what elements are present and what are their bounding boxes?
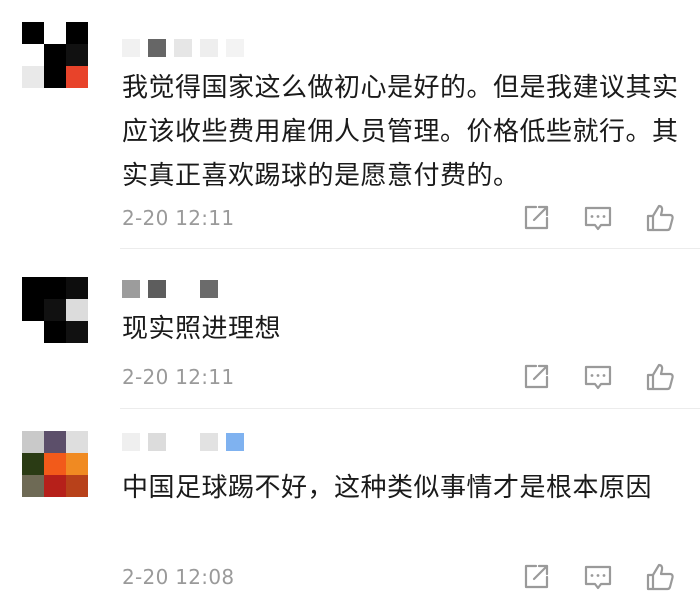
avatar-cell — [44, 22, 66, 44]
comment-timestamp: 2-20 12:11 — [122, 365, 235, 389]
avatar[interactable] — [22, 431, 88, 497]
comment-meta: 2-20 12:08 — [122, 561, 682, 595]
avatar-cell — [66, 321, 88, 343]
username[interactable] — [122, 37, 244, 59]
share-icon[interactable] — [520, 561, 552, 593]
avatar-cell — [44, 321, 66, 343]
avatar-cell — [44, 277, 66, 299]
username[interactable] — [122, 431, 244, 453]
comment-text: 现实照进理想 — [122, 314, 282, 344]
comment-text: 中国足球踢不好，这种类似事情才是根本原因 — [122, 473, 653, 503]
username-block — [226, 39, 244, 57]
thumbs-up-icon[interactable] — [644, 361, 676, 393]
avatar-cell — [66, 277, 88, 299]
avatar-cell — [22, 475, 44, 497]
username-block — [148, 280, 166, 298]
username-block — [200, 39, 218, 57]
comment-meta: 2-20 12:11 — [122, 361, 682, 395]
avatar-cell — [66, 299, 88, 321]
share-icon[interactable] — [520, 361, 552, 393]
avatar-cell — [66, 22, 88, 44]
username-block — [122, 280, 140, 298]
username-block — [174, 280, 192, 298]
avatar[interactable] — [22, 277, 88, 343]
avatar-cell — [22, 22, 44, 44]
comment-timestamp: 2-20 12:08 — [122, 565, 235, 589]
share-icon[interactable] — [520, 202, 552, 234]
username-block — [174, 433, 192, 451]
avatar-cell — [44, 44, 66, 66]
avatar[interactable] — [22, 22, 88, 88]
username-block — [226, 433, 244, 451]
avatar-cell — [44, 453, 66, 475]
username-block — [174, 39, 192, 57]
avatar-cell — [44, 475, 66, 497]
avatar-cell — [66, 475, 88, 497]
thumbs-up-icon[interactable] — [644, 561, 676, 593]
comment-timestamp: 2-20 12:11 — [122, 206, 235, 230]
avatar-cell — [66, 66, 88, 88]
comment-icon[interactable] — [582, 361, 614, 393]
avatar-cell — [44, 66, 66, 88]
username-block — [122, 39, 140, 57]
avatar-cell — [44, 299, 66, 321]
avatar-cell — [22, 453, 44, 475]
thumbs-up-icon[interactable] — [644, 202, 676, 234]
username-block — [148, 39, 166, 57]
avatar-cell — [22, 44, 44, 66]
username[interactable] — [122, 278, 218, 300]
comment-icon[interactable] — [582, 561, 614, 593]
avatar-cell — [66, 431, 88, 453]
avatar-cell — [66, 44, 88, 66]
avatar-cell — [22, 321, 44, 343]
username-block — [200, 280, 218, 298]
comment-icon[interactable] — [582, 202, 614, 234]
divider — [120, 248, 700, 249]
avatar-cell — [22, 66, 44, 88]
username-block — [200, 433, 218, 451]
avatar-cell — [22, 277, 44, 299]
username-block — [148, 433, 166, 451]
avatar-cell — [44, 431, 66, 453]
divider — [120, 408, 700, 409]
comment-text: 我觉得国家这么做初心是好的。但是我建议其实应该收些费用雇佣人员管理。价格低些就行… — [122, 73, 679, 191]
comment-meta: 2-20 12:11 — [122, 202, 682, 236]
avatar-cell — [66, 453, 88, 475]
avatar-cell — [22, 299, 44, 321]
avatar-cell — [22, 431, 44, 453]
username-block — [122, 433, 140, 451]
